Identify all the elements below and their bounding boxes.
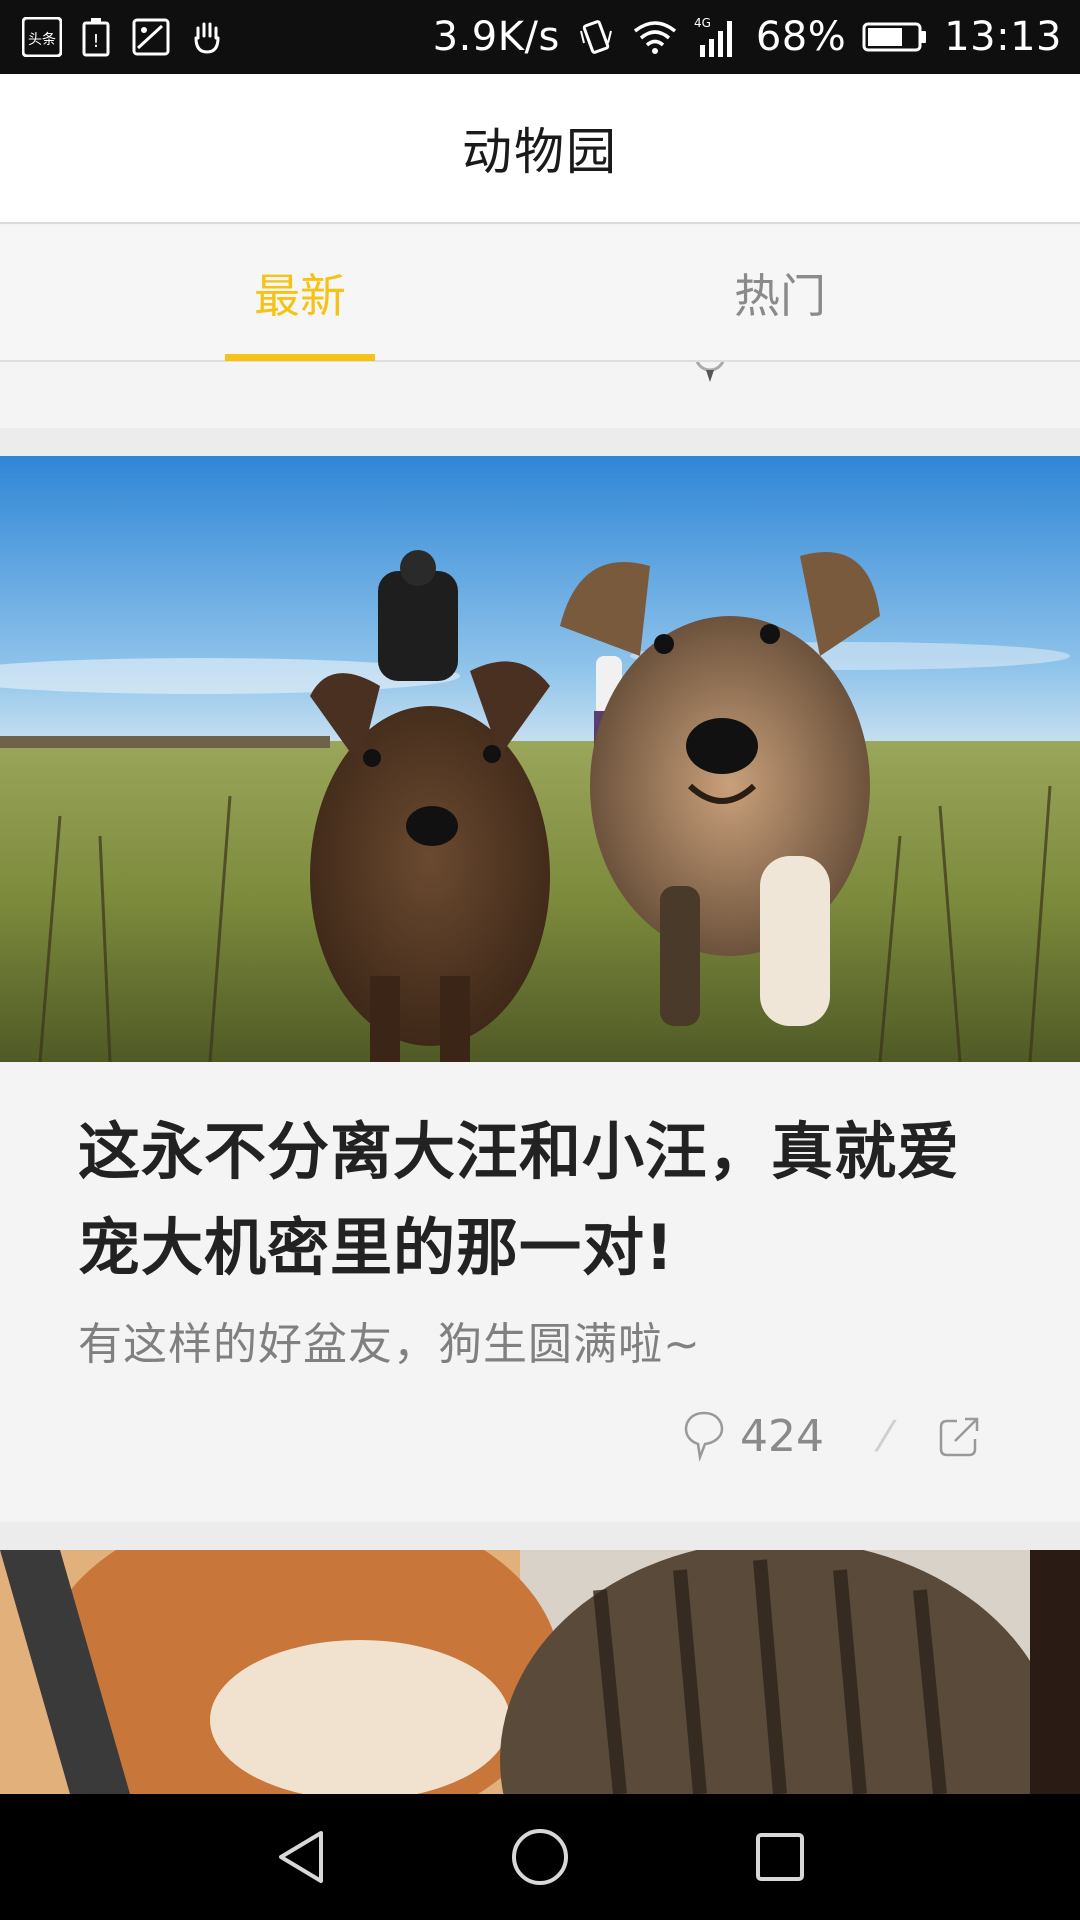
signal-4g-icon: 4G — [694, 15, 740, 59]
page-title: 动物园 — [462, 123, 618, 181]
home-circle-icon[interactable] — [505, 1822, 575, 1892]
battery-alert-icon: ! — [80, 17, 114, 57]
tab-hot[interactable]: 热门 — [630, 226, 930, 360]
back-triangle-icon[interactable] — [266, 1822, 336, 1892]
battery-icon — [862, 21, 928, 53]
previous-card-meta — [690, 362, 730, 388]
next-article-image-cats[interactable] — [0, 1550, 1080, 1794]
battery-percent: 68% — [755, 14, 847, 60]
hand-icon — [188, 18, 226, 56]
active-tab-indicator — [225, 354, 375, 361]
article-image-puppies[interactable] — [0, 456, 1080, 1062]
article-subtitle: 有这样的好盆友，狗生圆满啦~ — [78, 1319, 701, 1370]
app-header: 动物园 — [0, 74, 1080, 224]
article-title[interactable]: 这永不分离大汪和小汪，真就爱宠大机密里的那一对! — [78, 1104, 1018, 1296]
system-indicators: 3.9K/s 4G 68% 13:13 — [417, 14, 1062, 60]
svg-text:4G: 4G — [694, 16, 711, 30]
meta-divider: ⁄ — [881, 1411, 889, 1461]
tab-latest[interactable]: 最新 — [150, 226, 450, 360]
card-separator — [0, 428, 1080, 456]
screen: 头条 ! 3.9K/s 4G 68% 13:13 动物园 最新 热门 这永不分离… — [0, 0, 1080, 1920]
tab-bar: 最新 热门 — [0, 226, 1080, 362]
vibrate-icon — [576, 17, 616, 57]
comment-bubble-icon — [695, 362, 725, 382]
previous-card-tail — [0, 362, 1080, 428]
clock: 13:13 — [944, 14, 1062, 60]
system-nav-bar — [0, 1794, 1080, 1920]
notification-icons: 头条 ! — [22, 17, 244, 57]
comment-count: 424 — [740, 1410, 824, 1462]
feed-list[interactable]: 这永不分离大汪和小汪，真就爱宠大机密里的那一对! 有这样的好盆友，狗生圆满啦~ … — [0, 362, 1080, 1794]
card-separator — [0, 1522, 1080, 1550]
article-card[interactable]: 这永不分离大汪和小汪，真就爱宠大机密里的那一对! 有这样的好盆友，狗生圆满啦~ … — [0, 456, 1080, 1522]
article-meta: 424 ⁄ — [682, 1406, 983, 1466]
image-icon — [132, 18, 170, 56]
wifi-icon — [632, 19, 678, 55]
share-icon[interactable] — [937, 1413, 983, 1459]
svg-text:头条: 头条 — [28, 31, 56, 48]
comment-bubble-icon[interactable] — [682, 1409, 726, 1463]
toutiao-app-icon: 头条 — [22, 17, 62, 57]
status-bar: 头条 ! 3.9K/s 4G 68% 13:13 — [0, 0, 1080, 74]
recent-square-icon[interactable] — [745, 1822, 815, 1892]
net-speed: 3.9K/s — [432, 14, 560, 60]
svg-text:!: ! — [92, 31, 99, 52]
